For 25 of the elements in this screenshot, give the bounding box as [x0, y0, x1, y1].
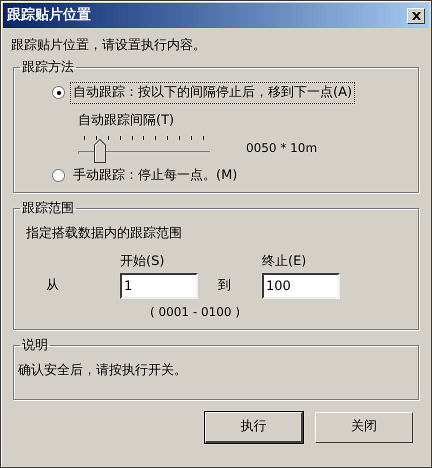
group-title: 说明: [21, 336, 49, 354]
range-description: 指定搭载数据内的跟踪范围: [26, 225, 183, 243]
from-label: 从: [45, 277, 60, 296]
radio-button[interactable]: [52, 86, 65, 100]
slider-thumb[interactable]: [94, 139, 106, 163]
slider-label: 自动跟踪间隔(T): [78, 112, 174, 128]
to-label: 到: [217, 277, 232, 296]
range-hint: ( 0001 - 0100 ): [150, 305, 240, 319]
close-button[interactable]: [407, 8, 425, 24]
intro-text: 跟踪贴片位置，请设置执行内容。: [11, 37, 207, 55]
note-text: 确认安全后，请按执行开关。: [18, 362, 188, 380]
dialog-button[interactable]: 关闭: [315, 412, 413, 442]
start-field[interactable]: 1: [120, 273, 198, 299]
end-field[interactable]: 100: [262, 273, 340, 299]
dialog-button[interactable]: 执行: [205, 412, 303, 442]
slider-value: 0050 * 10m: [246, 140, 318, 157]
radio-button[interactable]: [52, 169, 65, 182]
window-title: 跟踪贴片位置: [7, 6, 91, 25]
end-label: 终止(E): [262, 252, 308, 270]
start-label: 开始(S): [120, 252, 166, 270]
group-title: 跟踪方法: [21, 58, 75, 76]
radio-label: 自动跟踪：按以下的间隔停止后，移到下一点(A): [71, 83, 354, 102]
close-icon: [412, 12, 420, 20]
radio-label: 手动跟踪：停止每一点。(M): [72, 167, 238, 185]
group-title: 跟踪范围: [21, 200, 75, 218]
